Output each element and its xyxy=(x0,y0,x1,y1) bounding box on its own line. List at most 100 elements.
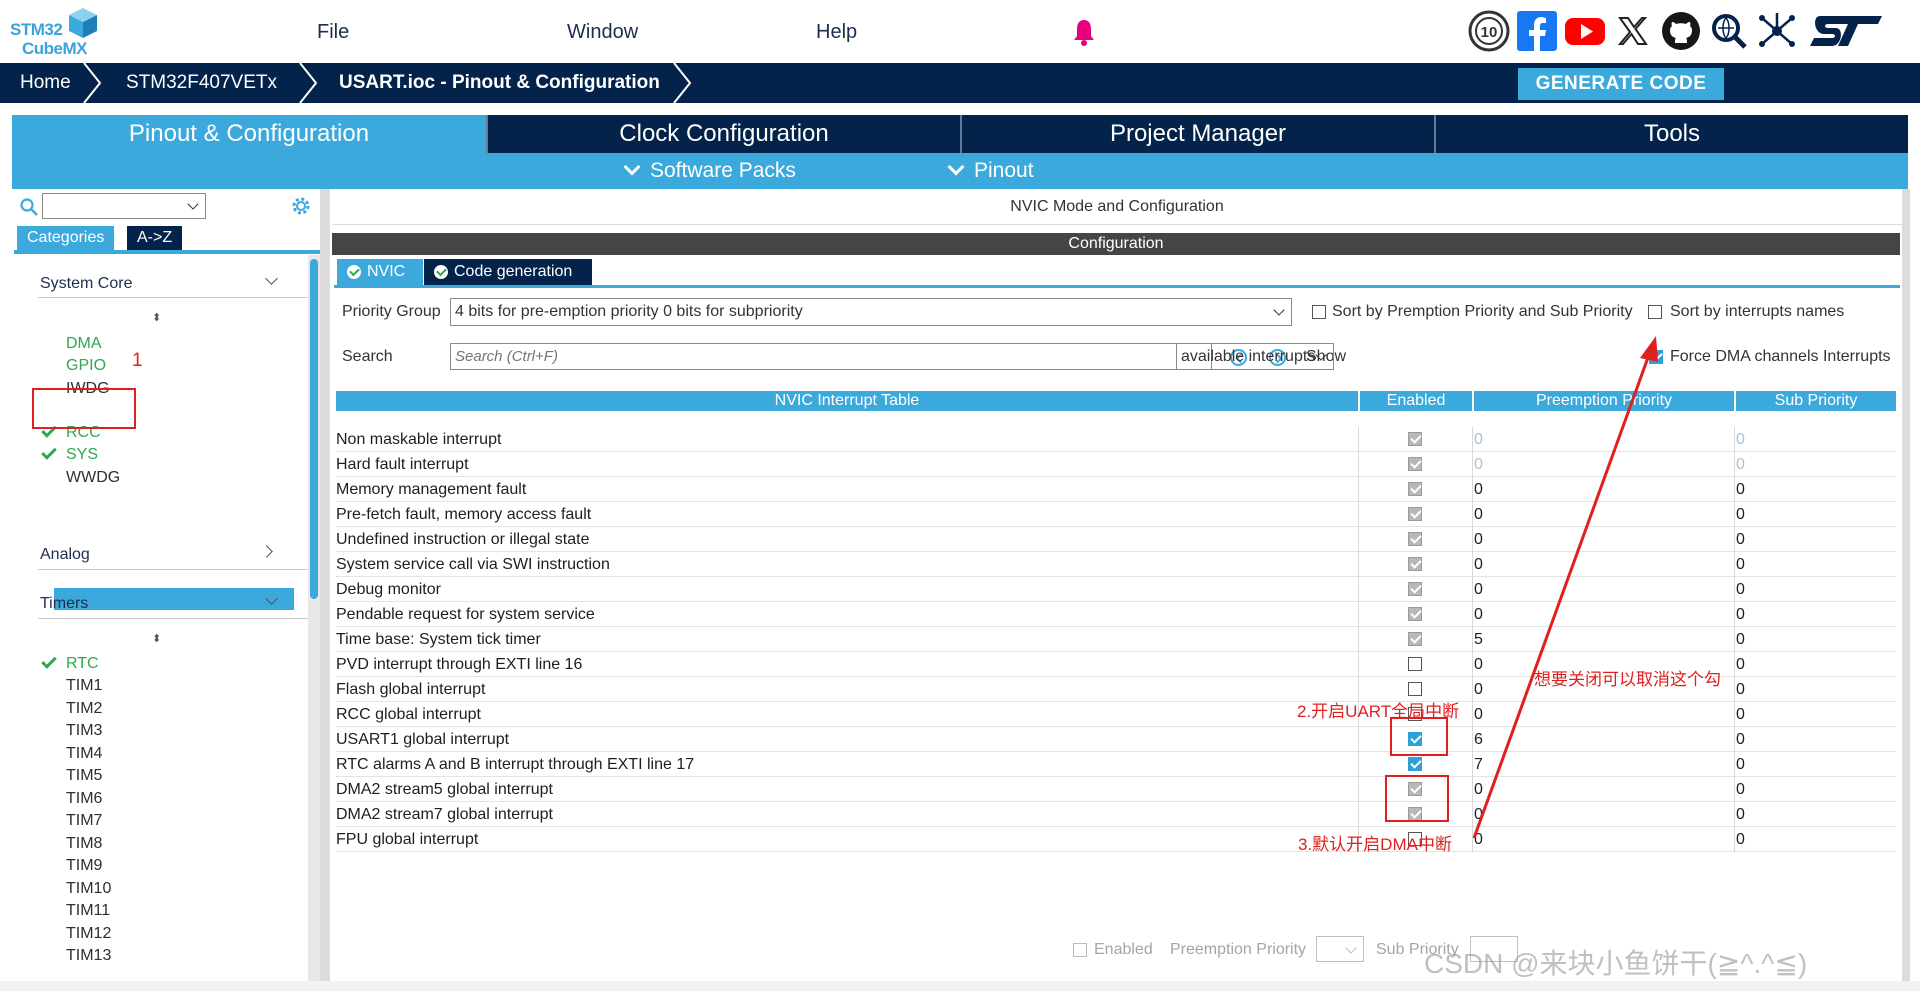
sub-priority-cell[interactable]: 0 xyxy=(1736,752,1896,777)
sort-names-checkbox[interactable] xyxy=(1648,305,1662,319)
enabled-checkbox[interactable] xyxy=(1408,507,1422,521)
preemption-priority-cell[interactable]: 0 xyxy=(1474,527,1734,552)
sub-priority-cell[interactable]: 0 xyxy=(1736,702,1896,727)
search-icon[interactable] xyxy=(20,198,38,216)
periph-rtc[interactable]: RTC xyxy=(66,655,99,673)
tab-a-z[interactable]: A->Z xyxy=(127,226,183,250)
tab-clock-configuration[interactable]: Clock Configuration xyxy=(488,115,960,153)
breadcrumb-mcu[interactable]: STM32F407VETx xyxy=(126,63,277,103)
search-combo[interactable] xyxy=(42,193,206,219)
category-analog[interactable]: Analog xyxy=(40,546,90,564)
tab-categories[interactable]: Categories xyxy=(17,226,115,250)
preemption-priority-cell[interactable]: 0 xyxy=(1474,477,1734,502)
preemption-priority-cell[interactable]: 0 xyxy=(1474,802,1734,827)
table-row[interactable]: Hard fault interrupt 0 0 xyxy=(336,452,1896,477)
tab-nvic[interactable]: NVIC xyxy=(337,259,423,285)
table-row[interactable]: DMA2 stream7 global interrupt 0 0 xyxy=(336,802,1896,827)
preemption-priority-cell[interactable]: 0 xyxy=(1474,452,1734,477)
enabled-checkbox[interactable] xyxy=(1408,557,1422,571)
periph-tim11[interactable]: TIM11 xyxy=(66,902,110,920)
sub-priority-cell[interactable]: 0 xyxy=(1736,427,1896,452)
table-row[interactable]: Pendable request for system service 0 0 xyxy=(336,602,1896,627)
github-icon[interactable] xyxy=(1660,10,1702,52)
priority-group-select[interactable]: 4 bits for pre-emption priority 0 bits f… xyxy=(450,298,1292,326)
sort-premption-checkbox[interactable] xyxy=(1312,305,1326,319)
panel-splitter[interactable] xyxy=(320,189,330,981)
sort-icon[interactable]: ⬍ xyxy=(152,311,161,324)
network-hub-icon[interactable] xyxy=(1756,10,1798,52)
preemption-priority-cell[interactable]: 0 xyxy=(1474,552,1734,577)
periph-tim1[interactable]: TIM1 xyxy=(66,677,102,695)
table-row[interactable]: Undefined instruction or illegal state 0 0 xyxy=(336,527,1896,552)
col-interrupt-table[interactable]: NVIC Interrupt Table xyxy=(336,391,1358,411)
youtube-icon[interactable] xyxy=(1564,10,1606,52)
enabled-checkbox[interactable] xyxy=(1408,482,1422,496)
enabled-checkbox[interactable] xyxy=(1408,607,1422,621)
chevron-right-icon[interactable] xyxy=(260,545,273,558)
category-timers[interactable]: Timers xyxy=(40,595,88,613)
col-enabled[interactable]: Enabled xyxy=(1360,391,1472,411)
periph-wwdg[interactable]: WWDG xyxy=(66,469,120,487)
software-packs-menu[interactable]: Software Packs xyxy=(623,153,796,189)
periph-tim4[interactable]: TIM4 xyxy=(66,745,102,763)
table-row[interactable]: DMA2 stream5 global interrupt 0 0 xyxy=(336,777,1896,802)
sub-priority-cell[interactable]: 0 xyxy=(1736,452,1896,477)
menu-file[interactable]: File xyxy=(317,21,349,44)
preemption-priority-cell[interactable]: 7 xyxy=(1474,752,1734,777)
table-row[interactable]: RTC alarms A and B interrupt through EXT… xyxy=(336,752,1896,777)
pinout-menu[interactable]: Pinout xyxy=(947,153,1034,189)
table-row[interactable]: FPU global interrupt 0 0 xyxy=(336,827,1896,852)
search-globe-icon[interactable] xyxy=(1708,10,1750,52)
sub-priority-cell[interactable]: 0 xyxy=(1736,627,1896,652)
enabled-checkbox[interactable] xyxy=(1408,457,1422,471)
preemption-priority-cell[interactable]: 0 xyxy=(1474,577,1734,602)
sub-priority-cell[interactable]: 0 xyxy=(1736,777,1896,802)
tab-project-manager[interactable]: Project Manager xyxy=(962,115,1434,153)
periph-tim13[interactable]: TIM13 xyxy=(66,947,111,965)
table-row[interactable]: Time base: System tick timer 5 0 xyxy=(336,627,1896,652)
show-select[interactable]: available interrupts xyxy=(1176,343,1334,370)
preemption-priority-cell[interactable]: 0 xyxy=(1474,827,1734,852)
breadcrumb-home[interactable]: Home xyxy=(20,63,71,103)
preemption-priority-cell[interactable]: 0 xyxy=(1474,602,1734,627)
tab-code-generation[interactable]: Code generation xyxy=(424,259,592,285)
table-row[interactable]: Debug monitor 0 0 xyxy=(336,577,1896,602)
periph-tim5[interactable]: TIM5 xyxy=(66,767,102,785)
sub-priority-cell[interactable]: 0 xyxy=(1736,527,1896,552)
sub-priority-cell[interactable]: 0 xyxy=(1736,677,1896,702)
enabled-checkbox[interactable] xyxy=(1408,582,1422,596)
periph-tim6[interactable]: TIM6 xyxy=(66,790,102,808)
periph-tim2[interactable]: TIM2 xyxy=(66,700,102,718)
notification-bell-icon[interactable] xyxy=(1072,18,1096,46)
st-logo-icon[interactable] xyxy=(1806,10,1884,52)
periph-tim10[interactable]: TIM10 xyxy=(66,880,111,898)
enabled-checkbox[interactable] xyxy=(1408,632,1422,646)
periph-tim7[interactable]: TIM7 xyxy=(66,812,102,830)
sub-priority-cell[interactable]: 0 xyxy=(1736,477,1896,502)
gear-icon[interactable] xyxy=(290,195,312,217)
menu-help[interactable]: Help xyxy=(816,21,857,44)
sort-icon[interactable]: ⬍ xyxy=(152,632,161,645)
periph-tim9[interactable]: TIM9 xyxy=(66,857,102,875)
generate-code-button[interactable]: GENERATE CODE xyxy=(1518,68,1724,100)
tab-pinout-configuration[interactable]: Pinout & Configuration xyxy=(12,115,486,153)
preemption-priority-cell[interactable]: 5 xyxy=(1474,627,1734,652)
preemption-priority-cell[interactable]: 0 xyxy=(1474,777,1734,802)
breadcrumb-project[interactable]: USART.ioc - Pinout & Configuration xyxy=(339,63,660,103)
enabled-checkbox[interactable] xyxy=(1408,757,1422,771)
sub-priority-cell[interactable]: 0 xyxy=(1736,552,1896,577)
right-splitter[interactable] xyxy=(1902,189,1910,981)
enabled-checkbox[interactable] xyxy=(1408,432,1422,446)
sub-priority-cell[interactable]: 0 xyxy=(1736,827,1896,852)
scrollbar-thumb[interactable] xyxy=(310,259,318,599)
periph-tim12[interactable]: TIM12 xyxy=(66,925,111,943)
sub-priority-cell[interactable]: 0 xyxy=(1736,652,1896,677)
anniversary-10-icon[interactable]: 10 xyxy=(1468,10,1510,52)
force-dma-checkbox[interactable] xyxy=(1649,350,1663,364)
table-row[interactable]: Pre-fetch fault, memory access fault 0 0 xyxy=(336,502,1896,527)
periph-gpio[interactable]: GPIO xyxy=(66,357,106,375)
periph-tim8[interactable]: TIM8 xyxy=(66,835,102,853)
tab-tools[interactable]: Tools xyxy=(1436,115,1908,153)
periph-tim3[interactable]: TIM3 xyxy=(66,722,102,740)
sub-priority-cell[interactable]: 0 xyxy=(1736,577,1896,602)
